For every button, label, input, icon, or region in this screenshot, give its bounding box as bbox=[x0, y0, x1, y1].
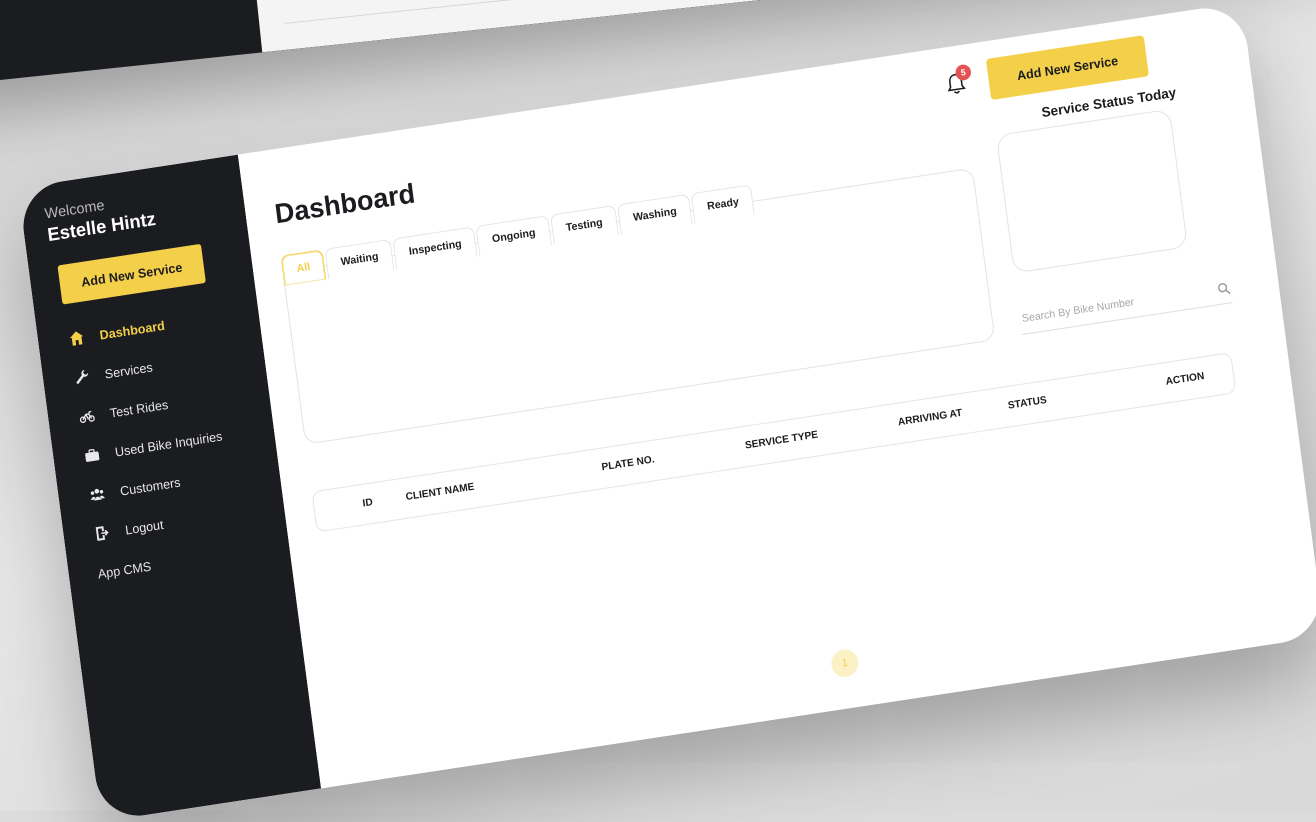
column-header-id: ID bbox=[361, 496, 374, 510]
column-header-service-type: SERVICE TYPE bbox=[744, 428, 819, 452]
column-header-status: STATUS bbox=[1007, 394, 1048, 412]
sidebar-item-label: Used Bike Inquiries bbox=[114, 428, 224, 460]
header-add-new-service-button[interactable]: Add New Service bbox=[985, 35, 1149, 101]
sidebar-item-label: Services bbox=[103, 359, 154, 382]
column-header-client-name: CLIENT NAME bbox=[404, 480, 476, 503]
sidebar-nav: Dashboard Services Test Rides Used Bike … bbox=[65, 299, 240, 593]
page-title: Dashboard bbox=[272, 177, 417, 230]
pagination-page-1[interactable]: 1 bbox=[829, 647, 860, 679]
notification-button[interactable]: 5 bbox=[944, 63, 972, 97]
column-header-action: ACTION bbox=[1164, 370, 1205, 388]
column-header-arriving-at: ARRIVING AT bbox=[897, 406, 963, 429]
sidebar-item-label: Dashboard bbox=[98, 317, 166, 343]
motorbike-icon bbox=[76, 407, 97, 426]
users-icon bbox=[87, 485, 108, 504]
service-status-panel bbox=[995, 108, 1189, 274]
sidebar-item-label: App CMS bbox=[96, 558, 153, 581]
home-icon bbox=[66, 329, 87, 348]
column-header-plate-no: PLATE NO. bbox=[600, 453, 656, 474]
sidebar-add-new-service-button[interactable]: Add New Service bbox=[57, 243, 206, 305]
search-bar bbox=[1018, 272, 1233, 336]
sidebar-item-label: Customers bbox=[119, 474, 182, 499]
sidebar-item-label: Logout bbox=[124, 516, 165, 538]
logout-icon bbox=[92, 524, 113, 543]
tab-all[interactable]: All bbox=[280, 249, 327, 286]
sidebar-item-label: Test Rides bbox=[108, 396, 169, 421]
search-icon[interactable] bbox=[1216, 281, 1231, 297]
search-input[interactable] bbox=[1019, 287, 1195, 326]
wrench-icon bbox=[71, 368, 92, 387]
briefcase-icon bbox=[81, 446, 102, 465]
